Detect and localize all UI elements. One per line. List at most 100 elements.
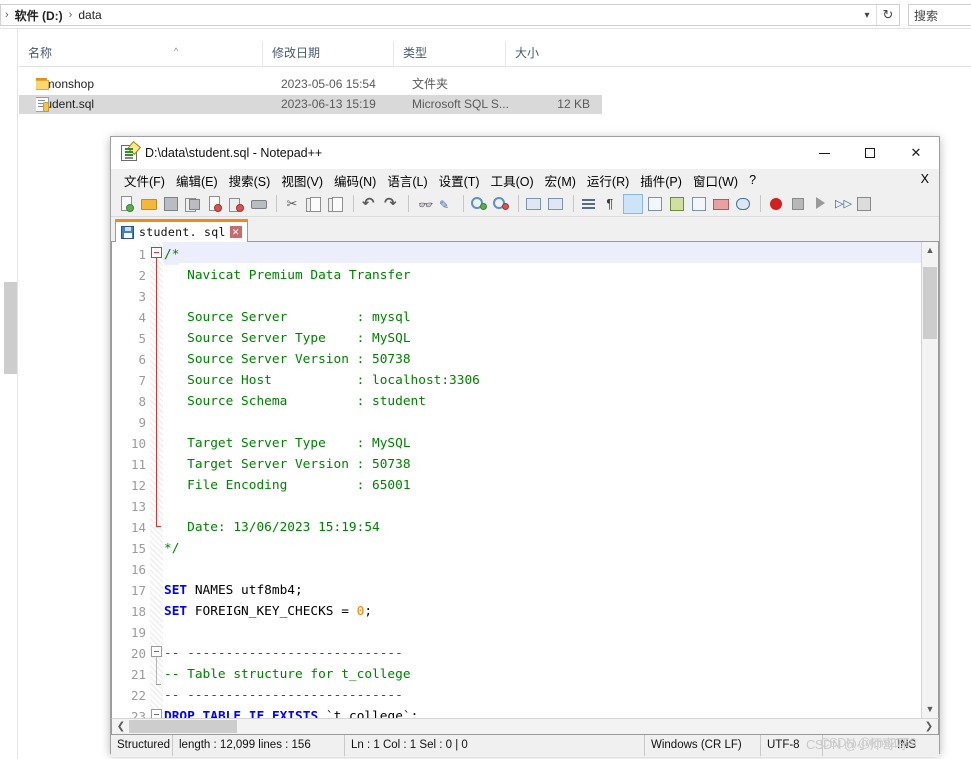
- macro-record-pen-icon[interactable]: [689, 194, 709, 214]
- code-line[interactable]: SET FOREIGN_KEY_CHECKS = 0;: [164, 601, 372, 622]
- copy-icon[interactable]: [304, 194, 324, 214]
- code-line[interactable]: Source Server Type : MySQL: [164, 328, 410, 349]
- column-header-name[interactable]: 名称 ^: [19, 41, 262, 66]
- sync-vertical-icon[interactable]: [524, 194, 544, 214]
- save-icon[interactable]: [161, 194, 181, 214]
- editor-horizontal-scrollbar[interactable]: ❮ ❯: [111, 718, 939, 735]
- address-bar[interactable]: › 软件 (D:) › data ▾ ↻: [0, 4, 900, 26]
- zoom-out-icon[interactable]: [491, 194, 511, 214]
- chevron-down-icon[interactable]: ▾: [858, 5, 876, 25]
- show-all-chars-icon[interactable]: ¶: [601, 194, 621, 214]
- menu-help[interactable]: ?: [744, 171, 762, 189]
- fold-toggle-icon[interactable]: [151, 646, 162, 657]
- breadcrumb-drive[interactable]: 软件 (D:): [13, 7, 65, 24]
- code-line[interactable]: SET NAMES utf8mb4;: [164, 580, 303, 601]
- menu-run[interactable]: 运行(R): [582, 169, 635, 192]
- code-line[interactable]: File Encoding : 65001: [164, 475, 410, 496]
- close-button[interactable]: ✕: [893, 137, 939, 169]
- fold-toggle-icon[interactable]: [151, 709, 162, 718]
- new-file-icon[interactable]: [117, 194, 137, 214]
- title-bar[interactable]: D:\data\student.sql - Notepad++ ✕: [111, 137, 939, 169]
- code-line[interactable]: */: [164, 538, 179, 559]
- editor-vertical-scrollbar[interactable]: ▲ ▼: [921, 242, 938, 718]
- search-input[interactable]: 搜索: [908, 4, 971, 26]
- code-line[interactable]: /*: [164, 244, 180, 265]
- vertical-scrollbar-thumb[interactable]: [923, 267, 937, 339]
- menu-plugins[interactable]: 插件(P): [635, 169, 688, 192]
- menu-language[interactable]: 语言(L): [382, 169, 433, 192]
- uppercase-icon[interactable]: [645, 194, 665, 214]
- code-line[interactable]: Target Server Type : MySQL: [164, 433, 410, 454]
- word-wrap-icon[interactable]: [579, 194, 599, 214]
- cut-icon[interactable]: ✂: [282, 194, 302, 214]
- show-map-icon[interactable]: [667, 194, 687, 214]
- sync-horizontal-icon[interactable]: [546, 194, 566, 214]
- column-header-date[interactable]: 修改日期: [262, 41, 393, 66]
- table-row[interactable]: simonshop 2023-05-06 15:54 文件夹: [19, 75, 602, 94]
- menu-edit[interactable]: 编辑(E): [171, 169, 224, 192]
- menu-encoding[interactable]: 编码(N): [329, 169, 382, 192]
- code-text-area[interactable]: /* Navicat Premium Data Transfer Source …: [164, 242, 938, 718]
- zoom-in-icon[interactable]: [469, 194, 489, 214]
- preview-icon[interactable]: [733, 194, 753, 214]
- scroll-up-arrow-icon[interactable]: ▲: [922, 242, 938, 259]
- scroll-down-arrow-icon[interactable]: ▼: [922, 701, 938, 718]
- paste-icon[interactable]: [326, 194, 346, 214]
- menu-tools[interactable]: 工具(O): [486, 169, 540, 192]
- replace-icon[interactable]: ✎: [436, 194, 456, 214]
- run-icon[interactable]: [854, 194, 874, 214]
- find-icon[interactable]: 👓: [414, 194, 434, 214]
- refresh-icon[interactable]: ↻: [876, 5, 899, 25]
- code-line[interactable]: -- ----------------------------: [164, 643, 403, 664]
- code-line[interactable]: Source Server : mysql: [164, 307, 410, 328]
- explorer-scrollbar-track[interactable]: [2, 29, 17, 759]
- undo-icon[interactable]: ↶: [359, 194, 379, 214]
- code-editor[interactable]: 1234567891011121314151617181920212223242…: [111, 242, 939, 718]
- record-macro-icon[interactable]: [766, 194, 786, 214]
- status-eol[interactable]: Windows (CR LF): [645, 735, 761, 756]
- run-multiple-icon[interactable]: ▷▷: [832, 194, 852, 214]
- stop-record-icon[interactable]: [788, 194, 808, 214]
- play-macro-icon[interactable]: [810, 194, 830, 214]
- breadcrumb-folder[interactable]: data: [76, 8, 103, 22]
- open-file-icon[interactable]: [139, 194, 159, 214]
- column-header-type[interactable]: 类型: [393, 41, 505, 66]
- table-row[interactable]: student.sql 2023-06-13 15:19 Microsoft S…: [19, 95, 602, 114]
- tab-close-icon[interactable]: ✕: [229, 226, 242, 238]
- status-insert-mode[interactable]: INS: [891, 735, 939, 756]
- maximize-button[interactable]: [847, 137, 893, 169]
- menu-file[interactable]: 文件(F): [119, 169, 171, 192]
- column-header-size[interactable]: 大小: [505, 41, 587, 66]
- code-line[interactable]: -- Table structure for t_college: [164, 664, 411, 685]
- menu-view[interactable]: 视图(V): [276, 169, 329, 192]
- redo-icon[interactable]: ↷: [381, 194, 401, 214]
- code-line[interactable]: DROP TABLE IF EXISTS `t_college`;: [164, 706, 418, 718]
- close-file-icon[interactable]: [205, 194, 225, 214]
- save-all-icon[interactable]: [183, 194, 203, 214]
- fold-margin[interactable]: [150, 242, 163, 718]
- tab-student-sql[interactable]: student. sql ✕: [115, 219, 248, 242]
- code-line[interactable]: -- ----------------------------: [164, 685, 403, 706]
- code-line[interactable]: Source Schema : student: [164, 391, 426, 412]
- code-line[interactable]: Source Host : localhost:3306: [164, 370, 480, 391]
- code-line[interactable]: Date: 13/06/2023 15:19:54: [164, 517, 380, 538]
- close-all-icon[interactable]: [227, 194, 247, 214]
- print-icon[interactable]: [249, 194, 269, 214]
- folder-as-workspace-icon[interactable]: [711, 194, 731, 214]
- horizontal-scrollbar-thumb[interactable]: [129, 720, 237, 733]
- code-line[interactable]: Navicat Premium Data Transfer: [164, 265, 410, 286]
- minimize-button[interactable]: [801, 137, 847, 169]
- menu-macro[interactable]: 宏(M): [540, 169, 582, 192]
- scroll-right-arrow-icon[interactable]: ❯: [921, 719, 937, 734]
- indent-guide-icon[interactable]: [623, 193, 643, 214]
- status-encoding[interactable]: UTF-8: [761, 735, 823, 756]
- status-language[interactable]: Structured Qu: [111, 735, 173, 756]
- fold-toggle-icon[interactable]: [151, 247, 162, 258]
- menu-settings[interactable]: 设置(T): [434, 169, 486, 192]
- scroll-left-arrow-icon[interactable]: ❮: [113, 719, 129, 734]
- code-line[interactable]: Target Server Version : 50738: [164, 454, 410, 475]
- code-line[interactable]: Source Server Version : 50738: [164, 349, 410, 370]
- explorer-scrollbar-thumb[interactable]: [4, 282, 17, 374]
- close-document-button[interactable]: X: [921, 172, 929, 186]
- menu-search[interactable]: 搜索(S): [224, 169, 277, 192]
